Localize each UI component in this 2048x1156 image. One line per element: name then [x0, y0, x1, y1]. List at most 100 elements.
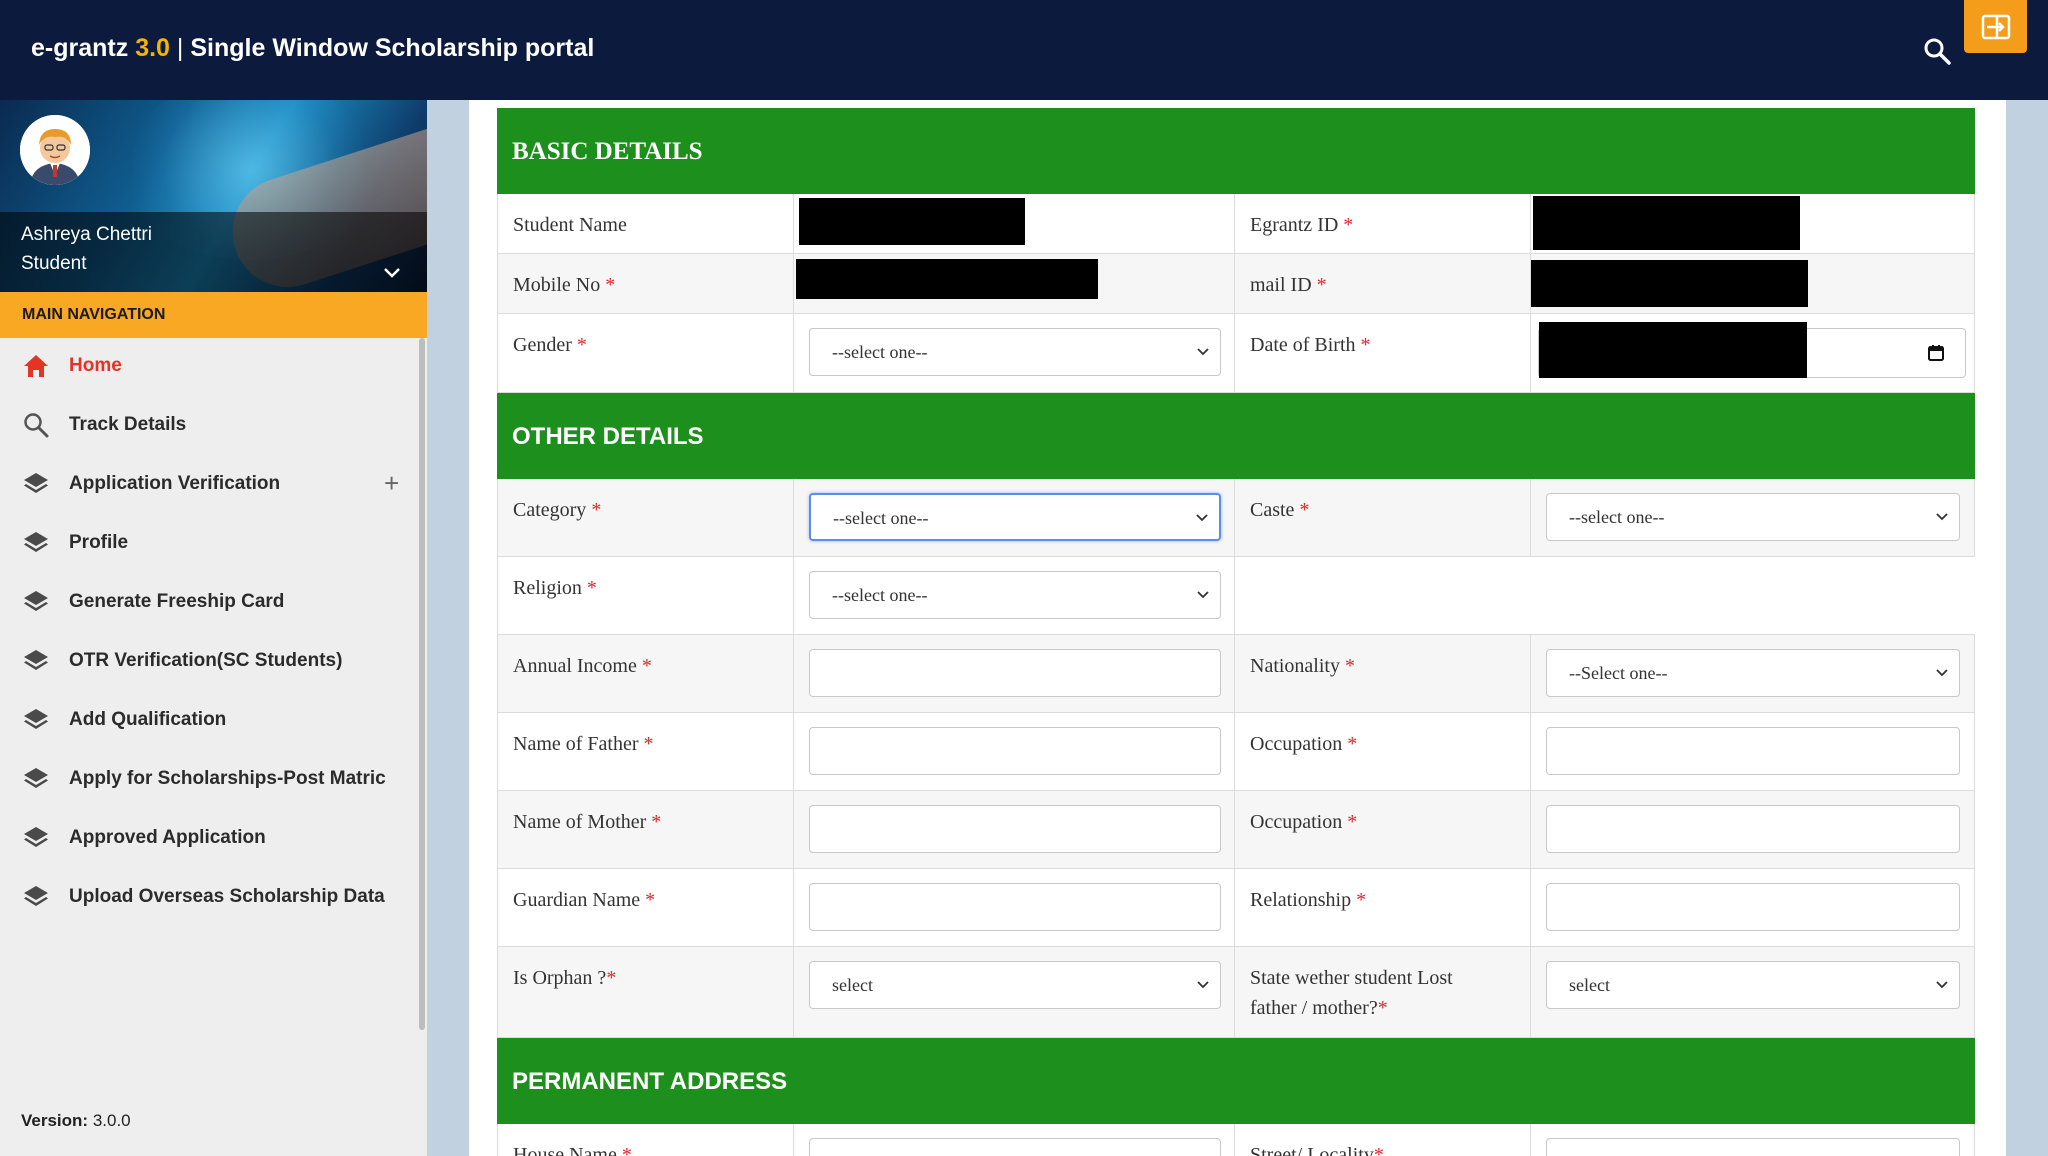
student-name-label: Student Name — [513, 214, 627, 236]
row-house-name: House Name * Street/ Locality* — [497, 1124, 1975, 1156]
layers-icon — [24, 473, 48, 493]
street-locality-label: Street/ Locality* — [1250, 1144, 1384, 1156]
expand-plus-icon[interactable]: + — [384, 468, 399, 499]
sidebar-item-home[interactable]: Home — [0, 338, 420, 394]
house-name-input[interactable] — [809, 1138, 1221, 1156]
layers-icon — [24, 650, 48, 670]
home-icon — [24, 355, 48, 377]
guardian-name-input[interactable] — [809, 883, 1221, 931]
father-occupation-input[interactable] — [1546, 727, 1960, 775]
caste-label: Caste * — [1250, 499, 1310, 521]
row-guardian: Guardian Name * Relationship * — [497, 869, 1975, 947]
redacted-mail-id — [1531, 260, 1808, 307]
chevron-down-icon — [1196, 514, 1208, 522]
annual-income-input[interactable] — [809, 649, 1221, 697]
redacted-student-name — [799, 198, 1025, 245]
nationality-label: Nationality * — [1250, 655, 1355, 677]
row-orphan: Is Orphan ?* select State wether student… — [497, 947, 1975, 1038]
father-name-label: Name of Father * — [513, 733, 654, 755]
chevron-down-icon — [1936, 669, 1948, 677]
annual-income-label: Annual Income * — [513, 655, 652, 677]
relationship-label: Relationship * — [1250, 889, 1367, 911]
house-name-label: House Name * — [513, 1144, 632, 1156]
chevron-down-icon — [1197, 591, 1209, 599]
sidebar-item-profile[interactable]: Profile — [0, 515, 420, 571]
sidebar-item-apply-scholarships-post-matric[interactable]: Apply for Scholarships-Post Matric — [0, 751, 420, 807]
is-orphan-label: Is Orphan ?* — [513, 967, 617, 989]
app-title: e-grantz 3.0 | Single Window Scholarship… — [31, 34, 594, 63]
profile-banner: Ashreya Chettri Student — [0, 100, 427, 292]
avatar — [20, 115, 90, 185]
category-select[interactable]: --select one-- — [809, 493, 1221, 541]
user-role: Student — [21, 253, 87, 274]
page-scroll-gutter — [2006, 100, 2048, 1156]
layers-icon — [24, 827, 48, 847]
app-version: Version: 3.0.0 — [21, 1111, 131, 1131]
mobile-label: Mobile No * — [513, 274, 616, 296]
religion-select[interactable]: --select one-- — [809, 571, 1221, 619]
chevron-down-icon — [1936, 981, 1948, 989]
sidebar-item-label: Apply for Scholarships-Post Matric — [69, 768, 386, 789]
main-content: BASIC DETAILS Student Name Egrantz ID * … — [469, 100, 2006, 1156]
row-category: Category * --select one-- Caste * --sele… — [497, 479, 1975, 557]
nationality-select[interactable]: --Select one-- — [1546, 649, 1960, 697]
redacted-dob — [1539, 322, 1807, 378]
row-father: Name of Father * Occupation * — [497, 713, 1975, 791]
egrantz-id-label: Egrantz ID * — [1250, 214, 1354, 236]
mother-occupation-label: Occupation * — [1250, 811, 1358, 833]
row-mobile: Mobile No * mail ID * — [497, 254, 1975, 314]
sidebar-item-generate-freeship-card[interactable]: Generate Freeship Card — [0, 574, 420, 630]
father-occupation-label: Occupation * — [1250, 733, 1358, 755]
sidebar-item-label: OTR Verification(SC Students) — [69, 650, 343, 671]
is-orphan-select[interactable]: select — [809, 961, 1221, 1009]
top-header: e-grantz 3.0 | Single Window Scholarship… — [0, 0, 2048, 100]
guardian-name-label: Guardian Name * — [513, 889, 656, 911]
layers-icon — [24, 532, 48, 552]
chevron-down-icon — [1197, 348, 1209, 356]
brand-name: e-grantz — [31, 34, 129, 62]
father-name-input[interactable] — [809, 727, 1221, 775]
sidebar-item-label: Generate Freeship Card — [69, 591, 285, 612]
sidebar-item-approved-application[interactable]: Approved Application — [0, 810, 420, 866]
chevron-down-icon — [384, 268, 400, 278]
gender-select[interactable]: --select one-- — [809, 328, 1221, 376]
chevron-down-icon — [1197, 981, 1209, 989]
caste-select[interactable]: --select one-- — [1546, 493, 1960, 541]
calendar-icon[interactable] — [1927, 344, 1945, 362]
category-label: Category * — [513, 499, 602, 521]
row-student-name: Student Name Egrantz ID * — [497, 194, 1975, 254]
section-permanent-address: PERMANENT ADDRESS — [497, 1038, 1975, 1124]
gender-label: Gender * — [513, 334, 587, 356]
chevron-down-icon — [1936, 513, 1948, 521]
sidebar-item-add-qualification[interactable]: Add Qualification — [0, 692, 420, 748]
brand-version: 3.0 — [135, 34, 170, 62]
logout-button[interactable] — [1964, 0, 2027, 53]
layers-icon — [24, 768, 48, 788]
sidebar-scrollbar[interactable] — [419, 338, 425, 1030]
nav-header: MAIN NAVIGATION — [0, 292, 427, 338]
religion-label: Religion * — [513, 577, 597, 599]
row-annual-income: Annual Income * Nationality * --Select o… — [497, 635, 1975, 713]
user-name: Ashreya Chettri — [21, 224, 152, 245]
mail-id-label: mail ID * — [1250, 274, 1327, 296]
sidebar-item-application-verification[interactable]: Application Verification + — [0, 456, 420, 512]
street-locality-input[interactable] — [1546, 1138, 1960, 1156]
sidebar-item-label: Add Qualification — [69, 709, 227, 730]
section-other-details: OTHER DETAILS — [497, 393, 1975, 479]
mother-name-input[interactable] — [809, 805, 1221, 853]
sidebar-item-upload-overseas-scholarship-data[interactable]: Upload Overseas Scholarship Data — [0, 869, 420, 925]
redacted-egrantz-id — [1533, 196, 1800, 250]
dob-input[interactable] — [1538, 322, 1966, 378]
lost-parent-select[interactable]: select — [1546, 961, 1960, 1009]
sidebar-item-label: Track Details — [69, 414, 187, 435]
row-mother: Name of Mother * Occupation * — [497, 791, 1975, 869]
brand-separator: | — [176, 34, 184, 62]
header-search-button[interactable] — [1922, 36, 1952, 66]
mother-occupation-input[interactable] — [1546, 805, 1960, 853]
sidebar-item-label: Upload Overseas Scholarship Data — [69, 886, 385, 907]
user-menu-toggle[interactable] — [380, 260, 404, 284]
sidebar-item-track-details[interactable]: Track Details — [0, 397, 420, 453]
relationship-input[interactable] — [1546, 883, 1960, 931]
sidebar-item-otr-verification[interactable]: OTR Verification(SC Students) — [0, 633, 420, 689]
layers-icon — [24, 709, 48, 729]
